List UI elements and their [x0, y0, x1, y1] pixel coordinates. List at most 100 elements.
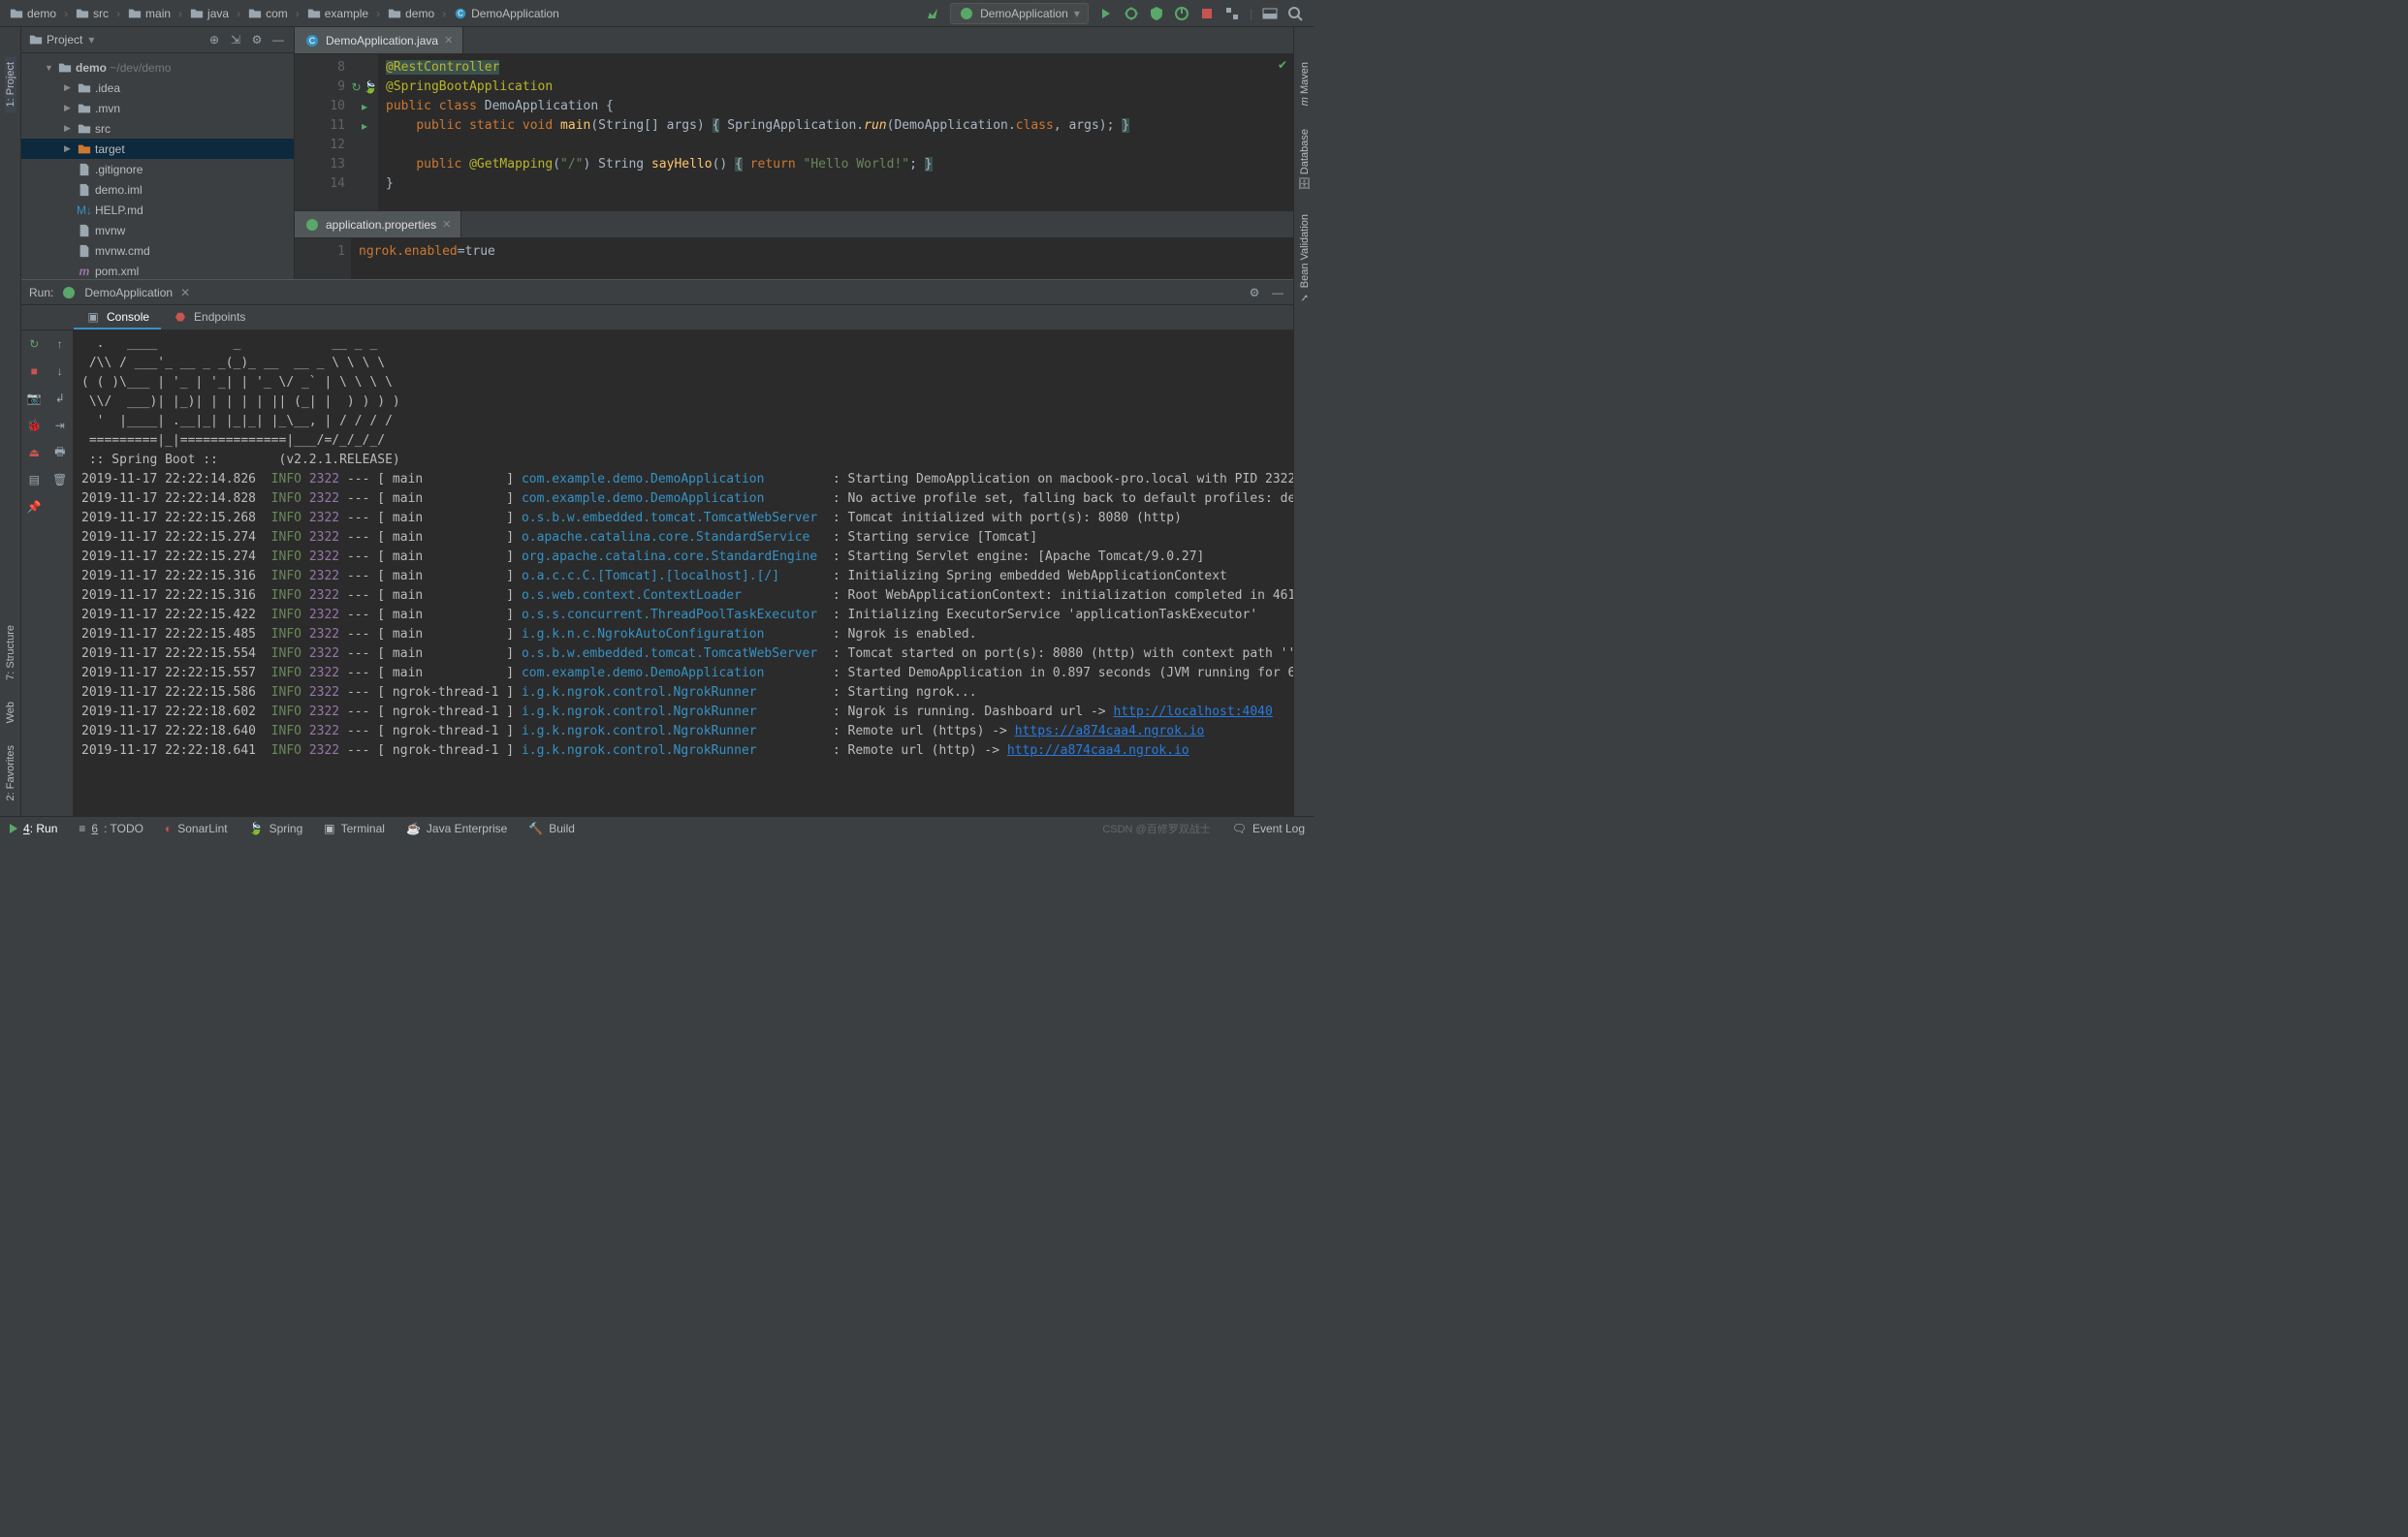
status-sonarlint[interactable]: ◐ SonarLint — [165, 822, 228, 835]
tree-item[interactable]: mvnw.cmd — [21, 240, 294, 261]
up-icon[interactable]: ↑ — [48, 330, 74, 358]
run-config-selector[interactable]: DemoApplication ▾ — [950, 3, 1089, 24]
stop-icon[interactable]: ■ — [21, 358, 48, 385]
status-run[interactable]: 4: Run — [10, 822, 57, 835]
editor-tab-label: application.properties — [326, 218, 436, 232]
project-title[interactable]: Project — [47, 33, 82, 47]
console-icon: ▣ — [85, 309, 101, 325]
tree-item[interactable]: mpom.xml — [21, 261, 294, 279]
svg-text:C: C — [309, 36, 316, 46]
tree-item[interactable]: ▶.idea — [21, 78, 294, 98]
log-link[interactable]: https://a874caa4.ngrok.io — [1015, 724, 1205, 738]
vcs-icon[interactable] — [1224, 6, 1240, 21]
chevron-down-icon[interactable]: ▾ — [88, 33, 94, 47]
collapse-icon[interactable]: ⇲ — [228, 33, 243, 47]
close-icon[interactable]: ✕ — [444, 34, 453, 47]
pin-icon[interactable]: 📌 — [21, 493, 48, 520]
breadcrumb-item[interactable]: java — [186, 5, 233, 22]
svg-text:C: C — [458, 9, 463, 17]
breadcrumb-item[interactable]: com — [244, 5, 292, 22]
breadcrumb-sep: › — [376, 7, 380, 20]
breadcrumb-sep: › — [64, 7, 68, 20]
search-everywhere-icon[interactable] — [1287, 6, 1303, 21]
log-link[interactable]: http://localhost:4040 — [1113, 705, 1272, 719]
trash-icon[interactable]: 🗑 — [48, 466, 74, 493]
close-icon[interactable]: ✕ — [442, 218, 451, 231]
editor-tab[interactable]: application.properties ✕ — [295, 211, 461, 237]
close-icon[interactable]: ✕ — [180, 286, 190, 299]
down-icon[interactable]: ↓ — [48, 358, 74, 385]
status-javaee[interactable]: ☕ Java Enterprise — [406, 822, 507, 835]
status-terminal[interactable]: ▣ Terminal — [324, 822, 385, 835]
breadcrumb-item[interactable]: example — [303, 5, 372, 22]
stop-icon[interactable] — [1199, 6, 1215, 21]
hide-icon[interactable]: — — [1270, 285, 1285, 300]
debug-icon[interactable] — [1124, 6, 1139, 21]
breadcrumb-item[interactable]: CDemoApplication — [450, 5, 563, 22]
log-link[interactable]: http://a874caa4.ngrok.io — [1007, 743, 1189, 758]
layout-icon[interactable]: ▤ — [21, 466, 48, 493]
run-icon[interactable] — [1098, 6, 1114, 21]
run-side-toolbar: ↻ ↑ ■ ↓ 📷 ↲ 🐞 ⇥ ⏏ 🖶 ▤ 🗑 📌 — [21, 330, 74, 816]
tree-item[interactable]: ▶.mvn — [21, 98, 294, 118]
breadcrumb-item[interactable]: demo — [384, 5, 438, 22]
status-build[interactable]: 🔨 Build — [528, 822, 575, 835]
breadcrumb: demo›src›main›java›com›example›demo›CDem… — [6, 5, 925, 22]
breadcrumb-item[interactable]: main — [124, 5, 174, 22]
tree-item[interactable]: demo.iml — [21, 179, 294, 200]
properties-editor[interactable]: 1 ngrok.enabled=true — [295, 238, 1293, 279]
folder-icon — [128, 7, 142, 20]
code-editor[interactable]: ✔ 891011121314 ↻🍃▸▸ @RestController@Spri… — [295, 54, 1293, 210]
breadcrumb-item[interactable]: demo — [6, 5, 60, 22]
toggle-panel-icon[interactable] — [1262, 6, 1278, 21]
gear-icon[interactable]: ⚙ — [249, 33, 265, 47]
wrap-icon[interactable]: ↲ — [48, 385, 74, 412]
rail-project[interactable]: 1: Project — [5, 56, 16, 112]
console-output[interactable]: . ____ _ __ _ _ /\\ / ___'_ __ _ _(_)_ _… — [74, 330, 1293, 816]
rerun-icon[interactable]: ↻ — [21, 330, 48, 358]
breadcrumb-item[interactable]: src — [72, 5, 112, 22]
analysis-ok-icon[interactable]: ✔ — [1278, 58, 1287, 72]
build-icon[interactable] — [925, 6, 940, 21]
folder-icon — [388, 7, 401, 20]
status-spring[interactable]: 🍃 Spring — [249, 822, 303, 835]
tree-item[interactable]: .gitignore — [21, 159, 294, 179]
debug-attach-icon[interactable]: 🐞 — [21, 412, 48, 439]
tree-item[interactable]: mvnw — [21, 220, 294, 240]
camera-icon[interactable]: 📷 — [21, 385, 48, 412]
editor-tab[interactable]: C DemoApplication.java ✕ — [295, 27, 463, 53]
rail-structure[interactable]: 7: Structure — [5, 619, 16, 686]
folder-icon — [78, 81, 91, 95]
project-tree[interactable]: ▼ demo ~/dev/demo ▶.idea▶.mvn▶src▶target… — [21, 53, 294, 279]
file-icon — [78, 163, 91, 176]
rail-web[interactable]: Web — [5, 696, 16, 729]
rail-bean-validation[interactable]: ✓ Bean Validation — [1298, 208, 1311, 309]
code-content[interactable]: ngrok.enabled=true — [351, 238, 1293, 279]
status-todo[interactable]: ≡ 6: TODO — [79, 822, 143, 835]
scroll-icon[interactable]: ⇥ — [48, 412, 74, 439]
tree-item[interactable]: M↓HELP.md — [21, 200, 294, 220]
rail-favorites[interactable]: 2: Favorites — [5, 739, 16, 806]
hide-icon[interactable]: — — [270, 33, 286, 47]
run-header: Run: DemoApplication ✕ ⚙ — — [21, 280, 1293, 305]
print-icon[interactable]: 🖶 — [48, 439, 74, 466]
status-eventlog[interactable]: 🗨 Event Log — [1232, 822, 1305, 835]
locate-icon[interactable]: ⊕ — [206, 33, 222, 47]
tree-root[interactable]: ▼ demo ~/dev/demo — [21, 57, 294, 78]
coverage-icon[interactable] — [1149, 6, 1164, 21]
endpoints-icon: ⬣ — [173, 309, 188, 325]
chevron-down-icon: ▾ — [1074, 7, 1080, 20]
tree-item[interactable]: ▶src — [21, 118, 294, 139]
tree-item[interactable]: ▶target — [21, 139, 294, 159]
rail-database[interactable]: 🗄 Database — [1298, 123, 1311, 197]
exit-icon[interactable]: ⏏ — [21, 439, 48, 466]
profile-icon[interactable] — [1174, 6, 1189, 21]
rail-maven[interactable]: m Maven — [1299, 56, 1311, 111]
run-tool-window: Run: DemoApplication ✕ ⚙ — ▣ Console ⬣ E… — [21, 279, 1293, 816]
tab-console[interactable]: ▣ Console — [74, 305, 161, 329]
tab-endpoints[interactable]: ⬣ Endpoints — [161, 305, 257, 329]
project-icon — [29, 33, 43, 47]
folder-icon — [307, 7, 321, 20]
gear-icon[interactable]: ⚙ — [1247, 285, 1262, 300]
code-content[interactable]: @RestController@SpringBootApplicationpub… — [378, 54, 1293, 210]
